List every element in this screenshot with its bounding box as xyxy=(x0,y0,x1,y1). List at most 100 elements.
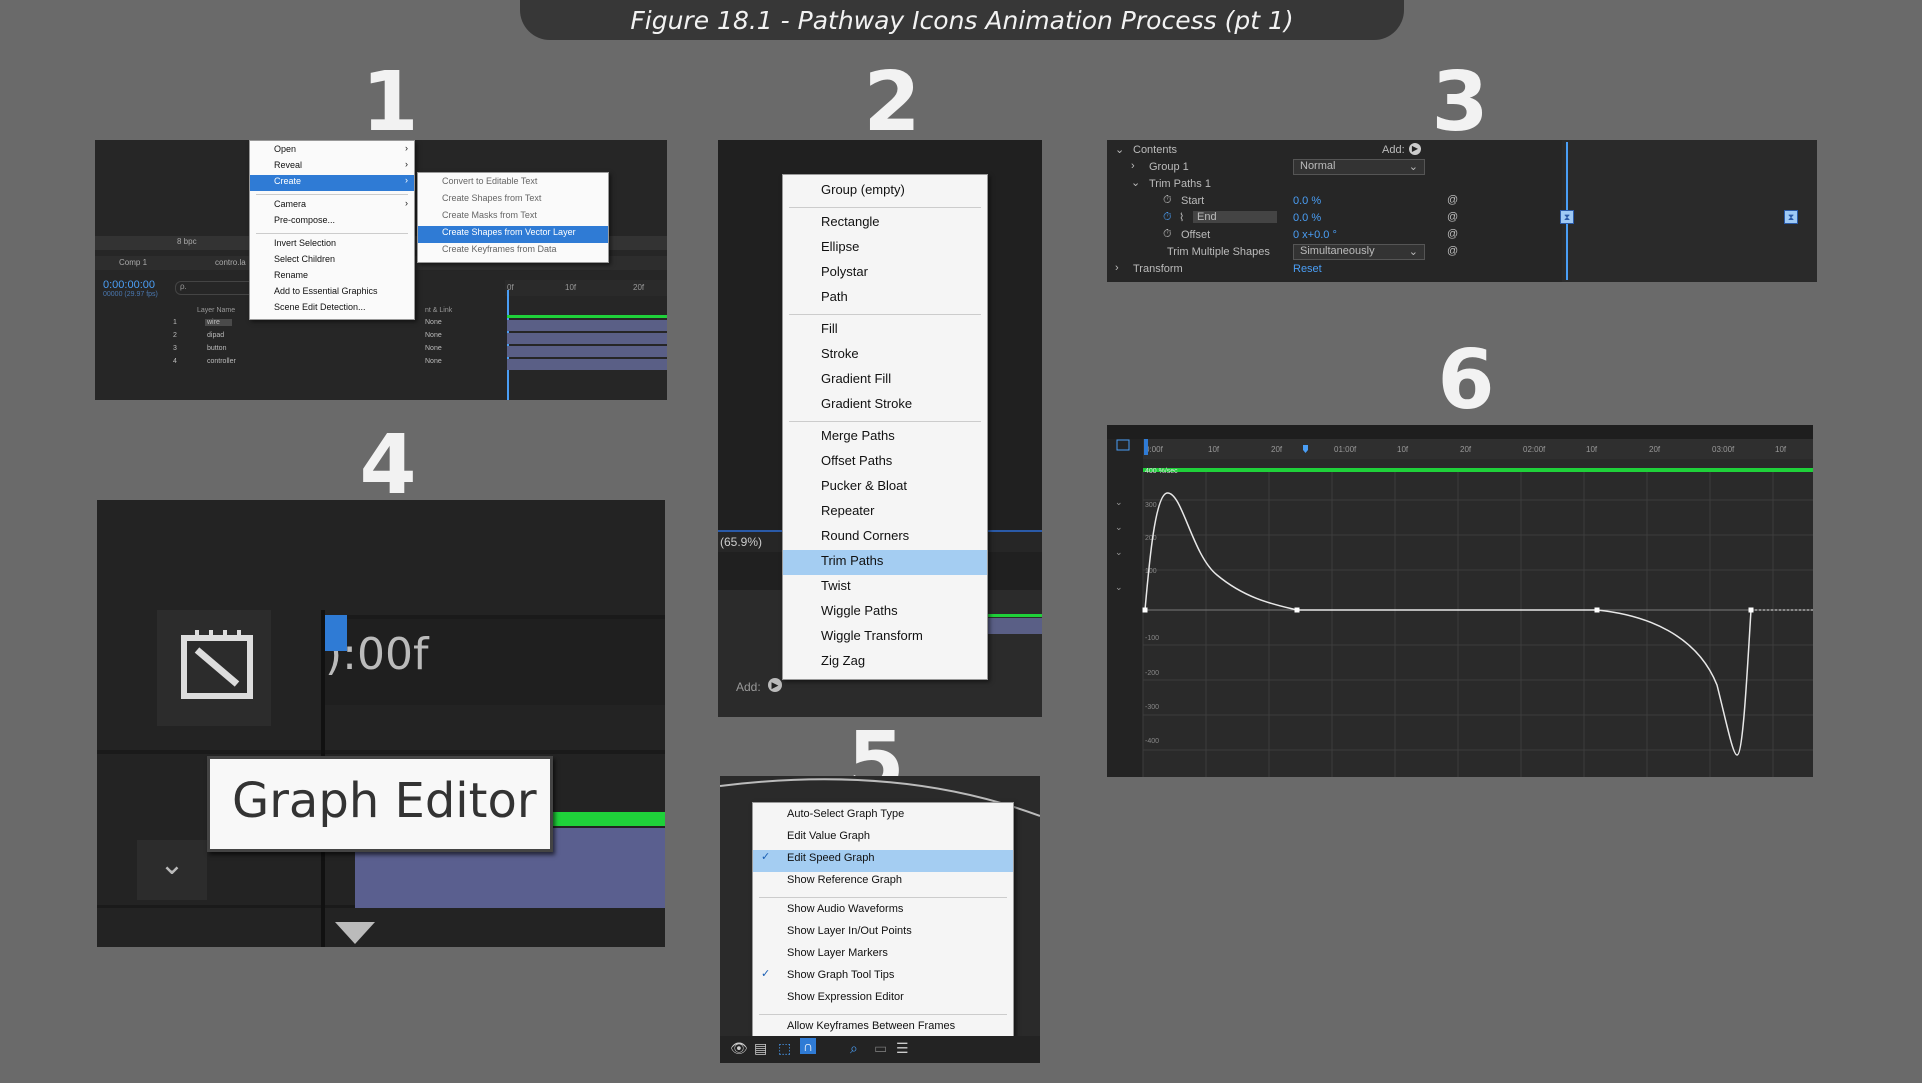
menu-item-gradient-fill[interactable]: Gradient Fill xyxy=(783,368,987,393)
layer-row[interactable]: 3 button None xyxy=(95,345,505,357)
property-row[interactable]: › Group 1 Normal ⌄ xyxy=(1107,159,1557,175)
menu-item-path[interactable]: Path xyxy=(783,286,987,311)
menu-item-show-reference-graph[interactable]: Show Reference Graph xyxy=(753,872,1013,894)
menu-item-show-graph-tool-tips[interactable]: ✓ Show Graph Tool Tips xyxy=(753,967,1013,989)
pickwhip-icon[interactable]: @ xyxy=(1447,211,1458,223)
layer-parent[interactable]: None xyxy=(425,358,442,365)
playhead-marker-icon[interactable] xyxy=(335,922,375,944)
menu-item-add-essential-graphics[interactable]: Add to Essential Graphics xyxy=(250,285,414,301)
menu-item-trim-paths[interactable]: Trim Paths xyxy=(783,550,987,575)
expand-chevron-icon[interactable]: › xyxy=(1131,160,1135,172)
menu-item-show-expression-editor[interactable]: Show Expression Editor xyxy=(753,989,1013,1011)
menu-item-invert-selection[interactable]: Invert Selection xyxy=(250,237,414,253)
property-row[interactable]: ⏱ ⌇ End 0.0 % @ xyxy=(1107,210,1557,226)
layer-name[interactable]: wire xyxy=(205,319,232,326)
keyframe-icon[interactable]: ⧗ xyxy=(1784,210,1798,224)
stopwatch-icon[interactable]: ⏱ xyxy=(1163,211,1172,224)
property-row[interactable]: Trim Multiple Shapes Simultaneously ⌄ @ xyxy=(1107,244,1557,260)
menu-item-precompose[interactable]: Pre-compose... xyxy=(250,214,414,230)
chevron-down-icon[interactable]: ⌄ xyxy=(137,840,207,900)
layer-row[interactable]: 2 dipad None xyxy=(95,332,505,344)
menu-item-fill[interactable]: Fill xyxy=(783,318,987,343)
start-value[interactable]: 0.0 % xyxy=(1293,195,1321,207)
offset-value[interactable]: 0 x+0.0 ° xyxy=(1293,229,1337,241)
submenu-create-masks-from-text[interactable]: Create Masks from Text xyxy=(418,209,608,226)
column-layer-name[interactable]: Layer Name xyxy=(197,307,235,314)
property-row[interactable]: ⌄ Trim Paths 1 xyxy=(1107,176,1557,192)
submenu-create-keyframes-from-data[interactable]: Create Keyframes from Data xyxy=(418,243,608,260)
layer-parent[interactable]: None xyxy=(425,319,442,326)
menu-item-create[interactable]: Create › xyxy=(250,175,414,191)
keyframe-icon[interactable]: ⧗ xyxy=(1560,210,1574,224)
submenu-create-shapes-from-vector-layer[interactable]: Create Shapes from Vector Layer xyxy=(418,226,608,243)
pickwhip-icon[interactable]: @ xyxy=(1447,228,1458,240)
layer-bar[interactable] xyxy=(507,333,667,344)
layer-parent[interactable]: None xyxy=(425,332,442,339)
property-row[interactable]: › Transform Reset xyxy=(1107,261,1557,277)
property-row[interactable]: ⏱ Offset 0 x+0.0 ° @ xyxy=(1107,227,1557,243)
eye-icon[interactable]: 👁 xyxy=(730,1040,748,1057)
menu-item-edit-value-graph[interactable]: Edit Value Graph xyxy=(753,828,1013,850)
menu-item-auto-select-graph-type[interactable]: Auto-Select Graph Type xyxy=(753,806,1013,828)
menu-item-zig-zag[interactable]: Zig Zag xyxy=(783,650,987,675)
layer-row[interactable]: 1 wire None xyxy=(95,319,505,331)
menu-item-stroke[interactable]: Stroke xyxy=(783,343,987,368)
menu-item-ellipse[interactable]: Ellipse xyxy=(783,236,987,261)
menu-item-open[interactable]: Open › xyxy=(250,143,414,159)
menu-item-group-empty[interactable]: Group (empty) xyxy=(783,179,987,204)
menu-item-pucker-bloat[interactable]: Pucker & Bloat xyxy=(783,475,987,500)
stopwatch-icon[interactable]: ⏱ xyxy=(1163,194,1172,207)
column-parent[interactable]: nt & Link xyxy=(425,307,452,314)
blend-mode-dropdown[interactable]: Normal ⌄ xyxy=(1293,159,1425,175)
reset-link[interactable]: Reset xyxy=(1293,263,1322,275)
transform-box-icon[interactable]: ⬚ xyxy=(778,1040,791,1057)
snap-icon[interactable]: ∩ xyxy=(800,1038,817,1054)
menu-item-show-layer-in-out-points[interactable]: Show Layer In/Out Points xyxy=(753,923,1013,945)
menu-item-twist[interactable]: Twist xyxy=(783,575,987,600)
menu-item-wiggle-paths[interactable]: Wiggle Paths xyxy=(783,600,987,625)
layer-name[interactable]: button xyxy=(207,345,226,352)
submenu-create-shapes-from-text[interactable]: Create Shapes from Text xyxy=(418,192,608,209)
graph-options-icon[interactable]: ▤ xyxy=(754,1040,767,1057)
menu-item-polystar[interactable]: Polystar xyxy=(783,261,987,286)
menu-item-scene-edit-detection[interactable]: Scene Edit Detection... xyxy=(250,301,414,317)
timecode-field[interactable]: ):00f xyxy=(325,615,665,705)
menu-item-gradient-stroke[interactable]: Gradient Stroke xyxy=(783,393,987,418)
menu-item-camera[interactable]: Camera › xyxy=(250,198,414,214)
end-value[interactable]: 0.0 % xyxy=(1293,212,1321,224)
add-button-icon[interactable]: ▶ xyxy=(768,678,782,692)
timecode[interactable]: 0:00:00:00 xyxy=(103,279,155,291)
expand-chevron-icon[interactable]: › xyxy=(1115,262,1119,274)
layer-bar[interactable] xyxy=(507,359,667,370)
menu-item-round-corners[interactable]: Round Corners xyxy=(783,525,987,550)
menu-item-merge-paths[interactable]: Merge Paths xyxy=(783,425,987,450)
fit-all-icon[interactable]: ▭ xyxy=(874,1040,887,1057)
layer-bar[interactable] xyxy=(507,346,667,357)
separate-dimensions-icon[interactable]: ☰ xyxy=(896,1040,909,1057)
menu-item-select-children[interactable]: Select Children xyxy=(250,253,414,269)
layer-name[interactable]: dipad xyxy=(207,332,224,339)
menu-item-edit-speed-graph[interactable]: ✓ Edit Speed Graph xyxy=(753,850,1013,872)
layer-bar[interactable] xyxy=(507,320,667,331)
tab-comp-1[interactable]: Comp 1 xyxy=(119,258,147,267)
stopwatch-icon[interactable]: ⏱ xyxy=(1163,228,1172,241)
property-row[interactable]: ⌄ Contents Add: ▶ xyxy=(1107,142,1557,158)
layer-name[interactable]: controller xyxy=(207,358,236,365)
property-row[interactable]: ⏱ Start 0.0 % @ xyxy=(1107,193,1557,209)
work-area-bar[interactable] xyxy=(507,315,667,318)
trim-multiple-dropdown[interactable]: Simultaneously ⌄ xyxy=(1293,244,1425,260)
menu-item-reveal[interactable]: Reveal › xyxy=(250,159,414,175)
bpc-label[interactable]: 8 bpc xyxy=(177,237,197,246)
zoom-level[interactable]: (65.9%) xyxy=(720,535,762,549)
graph-icon[interactable]: ⌇ xyxy=(1179,211,1184,224)
pickwhip-icon[interactable]: @ xyxy=(1447,245,1458,257)
graph-editor-button[interactable] xyxy=(157,610,271,726)
expand-chevron-icon[interactable]: ⌄ xyxy=(1115,143,1124,156)
layer-row[interactable]: 4 controller None xyxy=(95,358,505,370)
add-button-icon[interactable]: ▶ xyxy=(1409,143,1421,155)
expand-chevron-icon[interactable]: ⌄ xyxy=(1131,176,1140,189)
menu-item-show-audio-waveforms[interactable]: Show Audio Waveforms xyxy=(753,901,1013,923)
menu-item-repeater[interactable]: Repeater xyxy=(783,500,987,525)
menu-item-show-layer-markers[interactable]: Show Layer Markers xyxy=(753,945,1013,967)
pickwhip-icon[interactable]: @ xyxy=(1447,194,1458,206)
